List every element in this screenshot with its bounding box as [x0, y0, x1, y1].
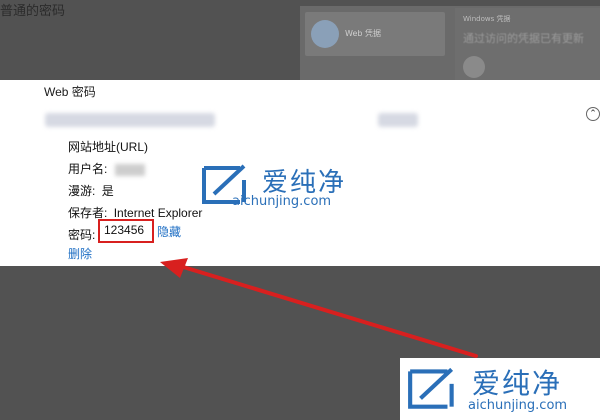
annotation-arrow — [160, 258, 478, 358]
